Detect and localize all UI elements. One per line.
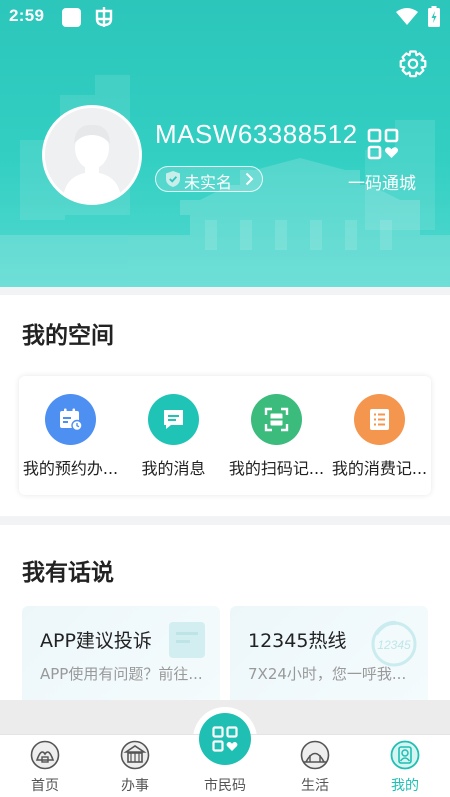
- nav-tab-mine[interactable]: 我的: [360, 735, 450, 797]
- receipt-icon: [354, 394, 405, 445]
- message-icon: [148, 394, 199, 445]
- my-space-title: 我的空间: [22, 323, 114, 349]
- citizen-code-button[interactable]: [199, 713, 251, 765]
- shield-check-icon: [166, 171, 180, 187]
- wifi-icon: [396, 8, 418, 25]
- home-icon: [30, 740, 60, 770]
- feedback-icon: [169, 622, 205, 658]
- space-item-label: 我的消息: [141, 459, 206, 478]
- speak-card-title: 12345热线: [248, 630, 347, 652]
- nav-label: 生活: [301, 778, 329, 794]
- speak-section: 我有话说 APP建议投诉 APP使用有问题？前往... 12345 12345热…: [0, 525, 450, 700]
- nav-label: 首页: [31, 778, 59, 794]
- speak-card-subtitle: 7X24小时，您一呼我...: [248, 665, 407, 683]
- space-item-appointments[interactable]: 我的预约办...: [19, 376, 122, 495]
- nav-label: 办事: [121, 778, 149, 794]
- nav-tab-affairs[interactable]: 办事: [90, 735, 180, 797]
- default-avatar-icon: [45, 108, 139, 202]
- calendar-icon: [45, 394, 96, 445]
- city-code-button[interactable]: 一码通城: [345, 128, 419, 194]
- verify-status-label: 未实名: [184, 173, 233, 192]
- status-time: 2:59: [9, 6, 45, 25]
- chevron-right-icon: [245, 172, 254, 186]
- real-name-verify-button[interactable]: 未实名: [155, 166, 263, 192]
- city-code-label: 一码通城: [348, 174, 416, 194]
- space-item-label: 我的消费记...: [331, 459, 428, 478]
- nav-tab-home[interactable]: 首页: [0, 735, 90, 797]
- svg-text:12345: 12345: [377, 638, 411, 652]
- settings-gear-icon[interactable]: [398, 49, 428, 79]
- profile-header: 2:59 MASW63388512 未实名 一码通城: [0, 0, 450, 287]
- space-item-label: 我的扫码记...: [228, 459, 325, 478]
- battery-icon: [428, 6, 440, 27]
- app-notification-icon: [62, 8, 81, 27]
- user-avatar[interactable]: [42, 105, 142, 205]
- space-item-scan-records[interactable]: 我的扫码记...: [225, 376, 328, 495]
- hotline-12345-card[interactable]: 12345 12345热线 7X24小时，您一呼我...: [230, 606, 428, 700]
- citizen-code-icon: [212, 726, 238, 752]
- my-space-section: 我的空间 我的预约办... 我的消息 我的扫码记... 我的消费记...: [0, 295, 450, 516]
- scan-icon: [251, 394, 302, 445]
- nav-tab-life[interactable]: 生活: [270, 735, 360, 797]
- username: MASW63388512: [155, 119, 358, 149]
- mine-icon: [390, 740, 420, 770]
- status-bar: 2:59: [0, 0, 450, 36]
- speak-card-subtitle: APP使用有问题？前往...: [40, 665, 203, 683]
- qr-heart-icon: [367, 128, 399, 160]
- nav-label: 我的: [391, 778, 419, 794]
- nav-label: 市民码: [204, 778, 246, 794]
- space-item-consumption-records[interactable]: 我的消费记...: [328, 376, 431, 495]
- app-feedback-card[interactable]: APP建议投诉 APP使用有问题？前往...: [22, 606, 220, 700]
- life-icon: [300, 740, 330, 770]
- space-item-messages[interactable]: 我的消息: [122, 376, 225, 495]
- my-space-card: 我的预约办... 我的消息 我的扫码记... 我的消费记...: [19, 376, 431, 495]
- speak-card-title: APP建议投诉: [40, 630, 152, 652]
- speak-title: 我有话说: [22, 560, 114, 586]
- debug-bug-icon: [95, 7, 113, 27]
- space-item-label: 我的预约办...: [22, 459, 119, 478]
- affairs-icon: [120, 740, 150, 770]
